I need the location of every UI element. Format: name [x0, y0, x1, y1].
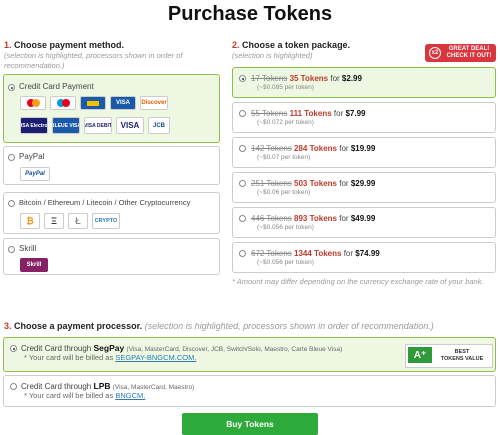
method-credit-card[interactable]: Credit Card Payment VISA Discover VISA E… [3, 74, 220, 143]
package-per-token: (~$0.06 per token) [257, 189, 311, 196]
method-paypal-radio[interactable] [8, 154, 15, 161]
generic-card-logo [80, 96, 106, 110]
ethereum-logo: Ξ [44, 213, 64, 229]
package-per-token: (~$0.072 per token) [257, 119, 314, 126]
package-option-1[interactable]: 17 Tokens 35 Tokens for $2.99 (~$0.085 p… [232, 67, 496, 98]
paypal-logo: PayPal [20, 167, 50, 181]
method-skrill-radio[interactable] [8, 246, 15, 253]
package-radio[interactable] [239, 215, 246, 222]
processor-segpay-radio[interactable] [10, 345, 17, 352]
bitcoin-logo: ₿ [20, 213, 40, 229]
package-radio[interactable] [239, 110, 246, 117]
section-2-hint: (selection is highlighted) [232, 51, 313, 60]
method-crypto[interactable]: Bitcoin / Ethereum / Litecoin / Other Cr… [3, 192, 220, 234]
best-value-line2: TOKENS VALUE [440, 356, 484, 362]
litecoin-logo: Ł [68, 213, 88, 229]
visa-logo: VISA [116, 117, 144, 134]
method-credit-card-label: Credit Card Payment [19, 82, 94, 91]
great-deal-line2: CHECK IT OUT! [446, 53, 492, 59]
best-value-badge: A⁺ BEST TOKENS VALUE [405, 344, 493, 368]
section-2-heading: 2. Choose a token package. [232, 40, 351, 50]
method-crypto-radio[interactable] [8, 200, 15, 207]
processor-lpb-radio[interactable] [10, 383, 17, 390]
package-per-token: (~$0.056 per token) [257, 224, 314, 231]
package-per-token: (~$0.085 per token) [257, 84, 314, 91]
method-skrill[interactable]: Skrill Skrill [3, 238, 220, 275]
buy-tokens-button[interactable]: Buy Tokens [182, 413, 318, 435]
package-option-5[interactable]: 446 Tokens 893 Tokens for $49.99 (~$0.05… [232, 207, 496, 238]
best-value-line1: BEST [454, 349, 470, 355]
method-skrill-label: Skrill [19, 244, 37, 253]
section-1-heading: 1. Choose payment method. [4, 40, 125, 50]
method-paypal[interactable]: PayPal PayPal [3, 146, 220, 185]
visa-debit-logo: VISA DEBIT [84, 117, 112, 134]
processor-segpay[interactable]: Credit Card through SegPay (Visa, Master… [3, 337, 496, 372]
segpay-billing-link[interactable]: SEGPAY-BNGCM.COM. [115, 353, 196, 362]
method-paypal-label: PayPal [19, 152, 45, 161]
jcb-logo: JCB [148, 117, 170, 134]
crypto-logo: CRYPTO [92, 213, 120, 229]
delta-card-logo: VISA [110, 96, 136, 110]
amount-note: * Amount may differ depending on the cur… [232, 277, 484, 286]
maestro-logo [50, 96, 76, 110]
skrill-logo: Skrill [20, 258, 48, 272]
package-radio[interactable] [239, 250, 246, 257]
package-option-3[interactable]: 142 Tokens 284 Tokens for $19.99 (~$0.07… [232, 137, 496, 168]
great-deal-line1: GREAT DEAL! [448, 46, 490, 52]
processor-lpb[interactable]: Credit Card through LPB (Visa, MasterCar… [3, 375, 496, 407]
package-radio[interactable] [239, 180, 246, 187]
lpb-billing-link[interactable]: BNGCM. [115, 391, 145, 400]
section-1-hint: (selection is highlighted, processors sh… [4, 51, 183, 70]
mastercard-logo [20, 96, 46, 110]
package-per-token: (~$0.056 per token) [257, 259, 314, 266]
package-radio[interactable] [239, 145, 246, 152]
carte-bleue-logo: BLEUE VISA [52, 117, 80, 134]
method-crypto-label: Bitcoin / Ethereum / Litecoin / Other Cr… [19, 198, 191, 207]
package-per-token: (~$0.07 per token) [257, 154, 311, 161]
page-title: Purchase Tokens [167, 3, 333, 25]
x2-badge-icon: x2 [429, 47, 441, 59]
package-option-4[interactable]: 251 Tokens 503 Tokens for $29.99 (~$0.06… [232, 172, 496, 203]
discover-logo: Discover [140, 96, 168, 110]
method-credit-card-radio[interactable] [8, 84, 15, 91]
great-deal-badge[interactable]: x2 GREAT DEAL! CHECK IT OUT! [425, 44, 496, 62]
package-radio[interactable] [239, 75, 246, 82]
package-option-6[interactable]: 672 Tokens 1344 Tokens for $74.99 (~$0.0… [232, 242, 496, 273]
section-3-heading: 3. Choose a payment processor. (selectio… [4, 321, 434, 331]
a-plus-icon: A⁺ [408, 347, 432, 363]
visa-electron-logo: VISA Electron [20, 117, 48, 134]
package-option-2[interactable]: 55 Tokens 111 Tokens for $7.99 (~$0.072 … [232, 102, 496, 133]
